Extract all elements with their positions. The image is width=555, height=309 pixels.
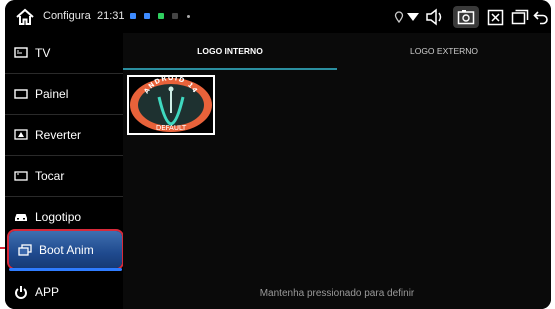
divider xyxy=(5,73,123,74)
tab-logo-externo[interactable]: LOGO EXTERNO xyxy=(337,33,551,69)
sidebar-item-app[interactable]: APP xyxy=(5,273,123,309)
sidebar-item-label: Tocar xyxy=(35,168,65,183)
car-icon xyxy=(13,209,29,225)
home-icon[interactable] xyxy=(15,7,35,27)
sidebar-item-boot-anim[interactable]: Boot Anim xyxy=(9,231,122,268)
sidebar-item-painel[interactable]: Painel xyxy=(5,75,123,112)
logo-caption: DEFAULT xyxy=(156,124,187,132)
notification-icon xyxy=(172,13,178,19)
sidebar-item-reverter[interactable]: Reverter xyxy=(5,116,123,153)
wifi-icon xyxy=(406,6,420,28)
screenshot-icon[interactable] xyxy=(453,6,479,28)
android-14-logo: ANDROID 14 DEFAULT xyxy=(129,77,213,133)
sidebar-item-label: TV xyxy=(35,45,51,60)
sidebar-item-tv[interactable]: TV xyxy=(5,34,123,71)
more-notifications-icon xyxy=(187,15,190,18)
head-unit-screen: Configura 21:31 TV Painel Reverter Tocar… xyxy=(5,0,551,309)
divider xyxy=(5,114,123,115)
tab-label: LOGO INTERNO xyxy=(197,46,263,56)
location-icon xyxy=(392,6,406,28)
recent-apps-icon[interactable] xyxy=(510,6,530,28)
active-indicator xyxy=(9,268,122,271)
notification-icon xyxy=(130,13,136,19)
tab-indicator xyxy=(123,68,337,70)
boot-logo-tile[interactable]: ANDROID 14 DEFAULT xyxy=(127,75,215,135)
sidebar-item-label: Boot Anim xyxy=(39,242,94,257)
boot-anim-panel: LOGO INTERNO LOGO EXTERNO ANDROID 14 DEF… xyxy=(123,33,551,309)
app-icon xyxy=(13,284,29,300)
close-app-icon[interactable] xyxy=(484,6,506,28)
sidebar-item-label: APP xyxy=(35,284,60,299)
sidebar-item-logotipo[interactable]: Logotipo xyxy=(5,198,123,235)
app-title: Configura xyxy=(43,10,91,22)
touch-icon xyxy=(13,168,29,184)
settings-sidebar: TV Painel Reverter Tocar Logotipo Boot A… xyxy=(5,33,123,309)
sidebar-item-tocar[interactable]: Tocar xyxy=(5,157,123,194)
tab-logo-interno[interactable]: LOGO INTERNO xyxy=(123,33,337,69)
reverse-icon xyxy=(13,127,29,143)
sidebar-item-label: Painel xyxy=(35,86,69,101)
status-bar: Configura 21:31 xyxy=(5,0,551,33)
notification-icon xyxy=(158,13,164,19)
tv-icon xyxy=(13,45,29,61)
divider xyxy=(5,155,123,156)
sidebar-item-label: Logotipo xyxy=(35,209,82,224)
panel-icon xyxy=(13,86,29,102)
back-icon[interactable] xyxy=(532,6,550,28)
sidebar-item-label: Reverter xyxy=(35,127,82,142)
clock: 21:31 xyxy=(97,10,125,22)
notification-icon xyxy=(144,13,150,19)
hint-text: Mantenha pressionado para definir xyxy=(259,288,415,299)
volume-icon[interactable] xyxy=(423,6,447,28)
tab-label: LOGO EXTERNO xyxy=(409,46,478,56)
divider xyxy=(5,196,123,197)
boot-anim-icon xyxy=(17,242,33,258)
